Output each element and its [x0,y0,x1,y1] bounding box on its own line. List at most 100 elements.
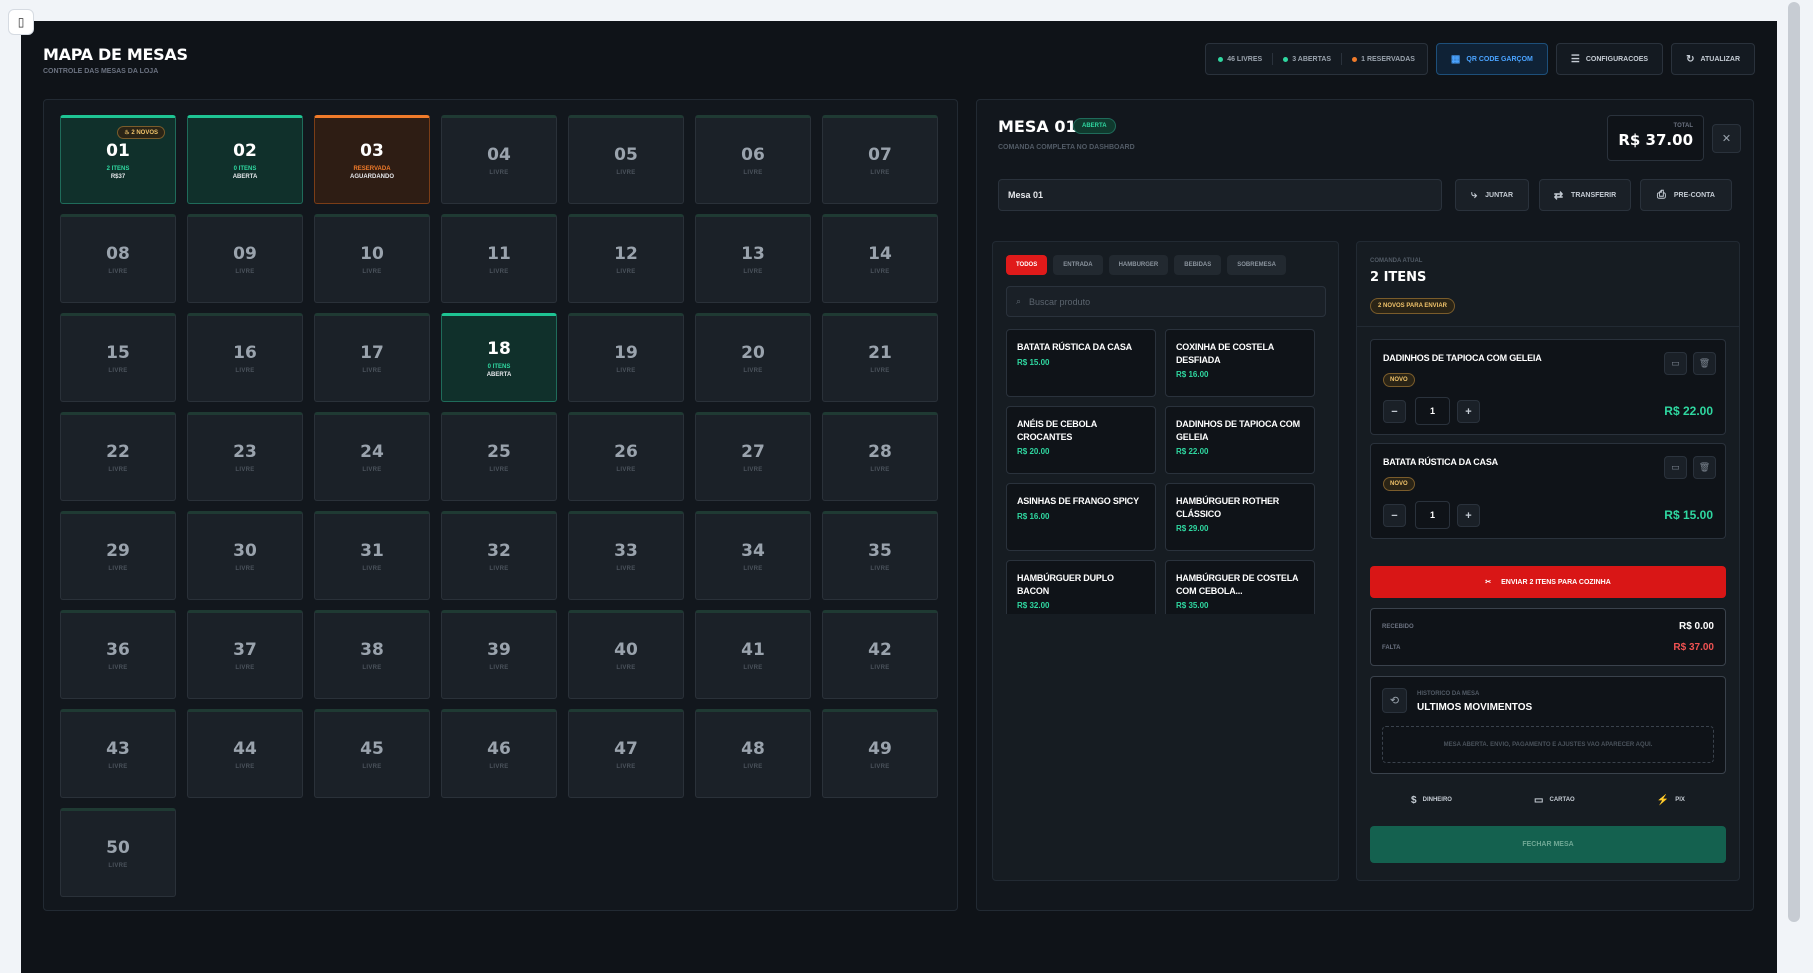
product-card[interactable]: HAMBÚRGUER DUPLO BACON R$ 32.00 [1006,560,1156,614]
card-button[interactable]: ▭ CARTAO [1534,790,1575,810]
table-card[interactable]: 26 LIVRE [568,412,684,501]
table-number: 13 [741,244,765,264]
scrollbar[interactable] [1777,0,1813,973]
table-card[interactable]: 36 LIVRE [60,610,176,699]
table-card[interactable]: 07 LIVRE [822,115,938,204]
product-card[interactable]: COXINHA DE COSTELA DESFIADA R$ 16.00 [1165,329,1315,397]
table-card[interactable]: 33 LIVRE [568,511,684,600]
table-card[interactable]: 24 LIVRE [314,412,430,501]
close-button[interactable]: ✕ [1712,124,1741,153]
close-table-button[interactable]: FECHAR MESA [1370,826,1726,863]
cash-button[interactable]: $ DINHEIRO [1411,790,1452,810]
new-badge: NOVO [1383,477,1415,491]
table-card[interactable]: 15 LIVRE [60,313,176,402]
table-status: LIVRE [362,269,382,275]
table-card[interactable]: 14 LIVRE [822,214,938,303]
table-card[interactable]: 13 LIVRE [695,214,811,303]
table-card[interactable]: 20 LIVRE [695,313,811,402]
product-card[interactable]: DADINHOS DE TAPIOCA COM GELEIA R$ 22.00 [1165,406,1315,474]
pix-button[interactable]: ⚡ PIX [1657,790,1685,810]
note-button[interactable]: ▭ [1664,352,1687,375]
table-card[interactable]: 32 LIVRE [441,511,557,600]
table-card[interactable]: 46 LIVRE [441,709,557,798]
table-card[interactable]: 02 0 ITENS ABERTA [187,115,303,204]
qr-code-button[interactable]: ▦ QR CODE GARÇOM [1435,43,1548,75]
increase-qty-button[interactable]: + [1457,400,1480,423]
table-card[interactable]: 40 LIVRE [568,610,684,699]
table-card[interactable]: 41 LIVRE [695,610,811,699]
sidebar-toggle-button[interactable]: ▯ [8,9,34,35]
table-card[interactable]: 17 LIVRE [314,313,430,402]
decrease-qty-button[interactable]: − [1383,504,1406,527]
tab-category[interactable]: BEBIDAS [1174,255,1222,275]
table-card[interactable]: ♨ 2 NOVOS 01 2 ITENS R$37 [60,115,176,204]
tables-grid: ♨ 2 NOVOS 01 2 ITENS R$37 02 0 ITENS ABERTA 03 R… [60,115,938,897]
table-card[interactable]: 30 LIVRE [187,511,303,600]
tab-category[interactable]: HAMBURGER [1108,255,1169,275]
table-card[interactable]: 37 LIVRE [187,610,303,699]
transfer-button[interactable]: ⇄ TRANSFERIR [1539,179,1631,211]
table-card[interactable]: 21 LIVRE [822,313,938,402]
join-button[interactable]: ⤷ JUNTAR [1455,179,1529,211]
table-card[interactable]: 29 LIVRE [60,511,176,600]
product-price: R$ 16.00 [1017,511,1050,521]
send-to-kitchen-button[interactable]: ✂ ENVIAR 2 ITENS PARA COZINHA [1370,566,1726,598]
product-card[interactable]: ASINHAS DE FRANGO SPICY R$ 16.00 [1006,483,1156,551]
delete-button[interactable]: 🗑 [1693,456,1716,479]
precheck-button[interactable]: ⎙ PRE-CONTA [1640,179,1732,211]
table-card[interactable]: 49 LIVRE [822,709,938,798]
table-card[interactable]: 08 LIVRE [60,214,176,303]
table-card[interactable]: 38 LIVRE [314,610,430,699]
settings-button[interactable]: ☰ CONFIGURACOES [1555,43,1664,75]
product-card[interactable]: BATATA RÚSTICA DA CASA R$ 15.00 [1006,329,1156,397]
product-search-input[interactable]: ⌕ Buscar produto [1006,286,1326,317]
product-card[interactable]: HAMBÚRGUER DE COSTELA COM CEBOLA... R$ 35… [1165,560,1315,614]
note-button[interactable]: ▭ [1664,456,1687,479]
scrollbar-thumb[interactable] [1788,2,1800,922]
refresh-button[interactable]: ↻ ATUALIZAR [1671,43,1755,75]
table-status: LIVRE [362,368,382,374]
table-card[interactable]: 05 LIVRE [568,115,684,204]
table-card[interactable]: 31 LIVRE [314,511,430,600]
category-tabs: TODOS ENTRADA HAMBURGER BEBIDAS SOBREMESA [1006,255,1286,275]
table-card[interactable]: 03 RESERVADA AGUARDANDO [314,115,430,204]
table-card[interactable]: 19 LIVRE [568,313,684,402]
table-card[interactable]: 28 LIVRE [822,412,938,501]
product-card[interactable]: ANÉIS DE CEBOLA CROCANTES R$ 20.00 [1006,406,1156,474]
table-card[interactable]: 09 LIVRE [187,214,303,303]
table-name-input[interactable]: Mesa 01 [998,179,1442,211]
table-card[interactable]: 22 LIVRE [60,412,176,501]
table-card[interactable]: 23 LIVRE [187,412,303,501]
table-status: LIVRE [362,665,382,671]
table-card[interactable]: 06 LIVRE [695,115,811,204]
table-card[interactable]: 39 LIVRE [441,610,557,699]
table-card[interactable]: 34 LIVRE [695,511,811,600]
table-card[interactable]: 42 LIVRE [822,610,938,699]
table-card[interactable]: 11 LIVRE [441,214,557,303]
table-card[interactable]: 27 LIVRE [695,412,811,501]
tab-category[interactable]: TODOS [1006,255,1048,275]
product-card[interactable]: HAMBÚRGUER ROTHER CLÁSSICO R$ 29.00 [1165,483,1315,551]
table-card[interactable]: 12 LIVRE [568,214,684,303]
increase-qty-button[interactable]: + [1457,504,1480,527]
table-card[interactable]: 45 LIVRE [314,709,430,798]
table-card[interactable]: 35 LIVRE [822,511,938,600]
delete-button[interactable]: 🗑 [1693,352,1716,375]
table-card[interactable]: 43 LIVRE [60,709,176,798]
table-card[interactable]: 10 LIVRE [314,214,430,303]
table-card[interactable]: 25 LIVRE [441,412,557,501]
table-card[interactable]: 18 0 ITENS ABERTA [441,313,557,402]
table-card[interactable]: 44 LIVRE [187,709,303,798]
table-card[interactable]: 48 LIVRE [695,709,811,798]
table-card[interactable]: 16 LIVRE [187,313,303,402]
tab-category[interactable]: SOBREMESA [1227,255,1286,275]
table-status: LIVRE [616,665,636,671]
decrease-qty-button[interactable]: − [1383,400,1406,423]
table-status: LIVRE [616,269,636,275]
table-number: 25 [487,442,511,462]
table-card[interactable]: 47 LIVRE [568,709,684,798]
table-card[interactable]: 04 LIVRE [441,115,557,204]
tab-category[interactable]: ENTRADA [1053,255,1103,275]
minus-icon: − [1391,405,1398,418]
table-card[interactable]: 50 LIVRE [60,808,176,897]
